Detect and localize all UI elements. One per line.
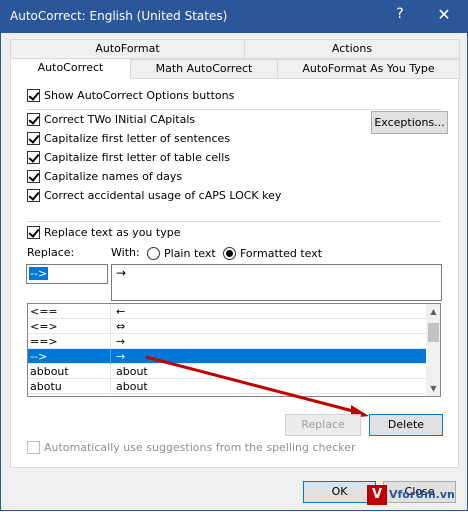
ok-button[interactable]: OK <box>303 481 376 503</box>
replace-button[interactable]: Replace <box>285 414 361 436</box>
tab-autocorrect[interactable]: AutoCorrect <box>10 58 131 79</box>
watermark-text: VforUm.vn <box>389 488 455 501</box>
suggestions-label: Automatically use suggestions from the s… <box>44 441 356 454</box>
watermark-logo: V VforUm.vn <box>367 483 467 507</box>
tab-label: AutoCorrect <box>37 61 104 74</box>
delete-button[interactable]: Delete <box>369 414 443 436</box>
logo-icon: V <box>367 485 387 505</box>
autocorrect-dialog: AutoCorrect: English (United States) ? ✕… <box>0 0 468 511</box>
suggestions-checkbox[interactable] <box>27 441 40 454</box>
